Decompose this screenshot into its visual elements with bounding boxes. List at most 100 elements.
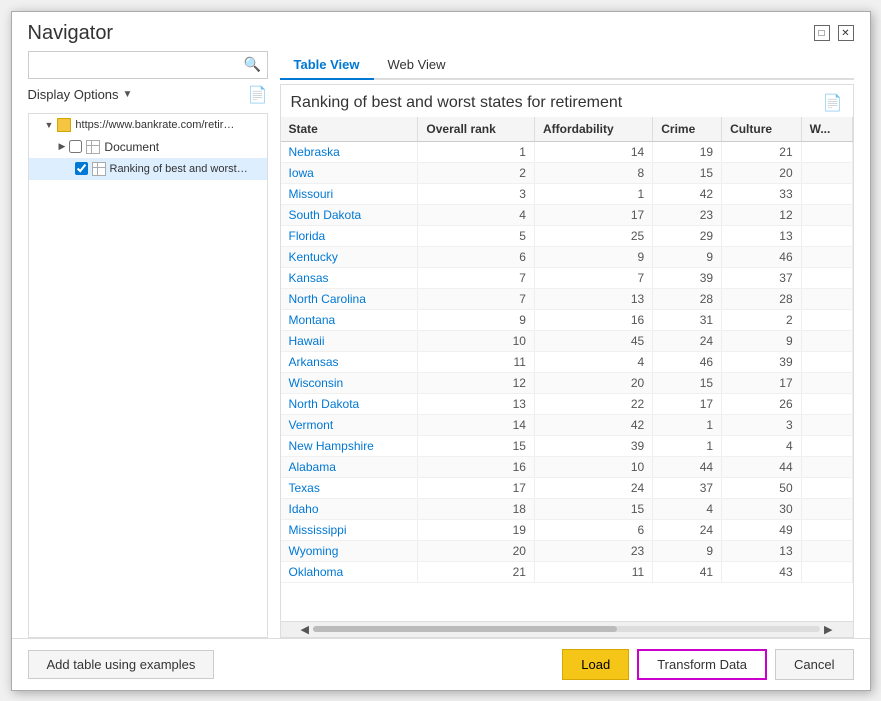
scroll-left-button[interactable]: ◀: [301, 623, 309, 636]
tab-web-view[interactable]: Web View: [374, 51, 460, 80]
cell-crime: 9: [653, 540, 722, 561]
cell-rank: 11: [418, 351, 535, 372]
cell-state: North Dakota: [281, 393, 418, 414]
cell-state: Idaho: [281, 498, 418, 519]
cell-crime: 15: [653, 372, 722, 393]
cell-w: [801, 435, 852, 456]
table-row[interactable]: Arkansas 11 4 46 39: [281, 351, 853, 372]
document-table-icon: [86, 140, 100, 154]
table-row[interactable]: Montana 9 16 31 2: [281, 309, 853, 330]
cell-w: [801, 393, 852, 414]
main-content: 🔍 Display Options ▼ 📄 ▼ https://www.bank…: [12, 51, 870, 638]
table-row[interactable]: Wyoming 20 23 9 13: [281, 540, 853, 561]
cell-rank: 21: [418, 561, 535, 582]
data-table: State Overall rank Affordability Crime C…: [281, 117, 853, 583]
add-table-button[interactable]: Add table using examples: [28, 650, 215, 679]
preview-icon-button[interactable]: 📄: [248, 85, 268, 105]
load-button[interactable]: Load: [562, 649, 629, 680]
tree-table-item[interactable]: Ranking of best and worst states for ret…: [29, 158, 267, 180]
cell-state: Kentucky: [281, 246, 418, 267]
left-panel: 🔍 Display Options ▼ 📄 ▼ https://www.bank…: [28, 51, 268, 638]
table-row[interactable]: North Dakota 13 22 17 26: [281, 393, 853, 414]
close-button[interactable]: ✕: [838, 25, 854, 41]
cell-rank: 18: [418, 498, 535, 519]
cell-rank: 5: [418, 225, 535, 246]
tree-url-item[interactable]: ▼ https://www.bankrate.com/retirement/be…: [29, 114, 267, 136]
tab-table-view[interactable]: Table View: [280, 51, 374, 80]
cell-w: [801, 414, 852, 435]
cell-rank: 2: [418, 162, 535, 183]
right-panel: Table View Web View Ranking of best and …: [280, 51, 854, 638]
search-icon-button[interactable]: 🔍: [239, 51, 267, 79]
cell-rank: 13: [418, 393, 535, 414]
cell-culture: 17: [722, 372, 802, 393]
cell-state: Nebraska: [281, 141, 418, 162]
cell-state: Oklahoma: [281, 561, 418, 582]
cell-affordability: 4: [534, 351, 652, 372]
document-checkbox[interactable]: [69, 140, 82, 153]
cell-culture: 3: [722, 414, 802, 435]
cell-state: New Hampshire: [281, 435, 418, 456]
document-label: Document: [104, 140, 159, 154]
cell-crime: 9: [653, 246, 722, 267]
data-table-wrapper[interactable]: State Overall rank Affordability Crime C…: [281, 117, 853, 621]
cell-affordability: 45: [534, 330, 652, 351]
table-row[interactable]: Alabama 16 10 44 44: [281, 456, 853, 477]
cell-culture: 44: [722, 456, 802, 477]
cell-rank: 9: [418, 309, 535, 330]
table-row[interactable]: Texas 17 24 37 50: [281, 477, 853, 498]
minimize-button[interactable]: □: [814, 25, 830, 41]
table-row[interactable]: Missouri 3 1 42 33: [281, 183, 853, 204]
horizontal-scrollbar[interactable]: ◀ ▶: [281, 621, 853, 637]
table-export-icon-button[interactable]: 📄: [823, 93, 843, 113]
cell-affordability: 23: [534, 540, 652, 561]
table-row[interactable]: Hawaii 10 45 24 9: [281, 330, 853, 351]
table-row[interactable]: Oklahoma 21 11 41 43: [281, 561, 853, 582]
table-header-area: Ranking of best and worst states for ret…: [281, 85, 853, 117]
search-input[interactable]: [29, 55, 239, 74]
table-row[interactable]: Vermont 14 42 1 3: [281, 414, 853, 435]
table-row[interactable]: Nebraska 1 14 19 21: [281, 141, 853, 162]
table-row[interactable]: Iowa 2 8 15 20: [281, 162, 853, 183]
cell-culture: 50: [722, 477, 802, 498]
scroll-right-button[interactable]: ▶: [824, 623, 832, 636]
table-row[interactable]: Kentucky 6 9 9 46: [281, 246, 853, 267]
cell-rank: 14: [418, 414, 535, 435]
transform-data-button[interactable]: Transform Data: [637, 649, 767, 680]
table-icon: [92, 162, 106, 176]
cell-state: Texas: [281, 477, 418, 498]
bottom-bar: Add table using examples Load Transform …: [12, 638, 870, 690]
table-checkbox[interactable]: [75, 162, 88, 175]
expand-icon-2: ▶: [59, 141, 66, 152]
cell-crime: 15: [653, 162, 722, 183]
scroll-track: [313, 626, 820, 632]
table-row[interactable]: New Hampshire 15 39 1 4: [281, 435, 853, 456]
table-row[interactable]: Kansas 7 7 39 37: [281, 267, 853, 288]
table-row[interactable]: Idaho 18 15 4 30: [281, 498, 853, 519]
cell-rank: 3: [418, 183, 535, 204]
table-row[interactable]: South Dakota 4 17 23 12: [281, 204, 853, 225]
cell-crime: 28: [653, 288, 722, 309]
display-options-button[interactable]: Display Options ▼: [28, 87, 133, 102]
cell-rank: 15: [418, 435, 535, 456]
table-row[interactable]: Florida 5 25 29 13: [281, 225, 853, 246]
cell-crime: 24: [653, 330, 722, 351]
cell-culture: 30: [722, 498, 802, 519]
cell-w: [801, 288, 852, 309]
table-row[interactable]: Mississippi 19 6 24 49: [281, 519, 853, 540]
cell-w: [801, 183, 852, 204]
table-row[interactable]: North Carolina 7 13 28 28: [281, 288, 853, 309]
cell-w: [801, 246, 852, 267]
table-title: Ranking of best and worst states for ret…: [291, 94, 623, 112]
cell-affordability: 7: [534, 267, 652, 288]
tree-document-item[interactable]: ▶ Document: [29, 136, 267, 158]
cell-rank: 6: [418, 246, 535, 267]
display-options-label: Display Options: [28, 87, 119, 102]
table-row[interactable]: Wisconsin 12 20 15 17: [281, 372, 853, 393]
expand-icon: ▼: [45, 120, 54, 130]
document-checkbox-row: Document: [69, 140, 159, 154]
cell-crime: 4: [653, 498, 722, 519]
cancel-button[interactable]: Cancel: [775, 649, 853, 680]
cell-state: Vermont: [281, 414, 418, 435]
cell-affordability: 39: [534, 435, 652, 456]
